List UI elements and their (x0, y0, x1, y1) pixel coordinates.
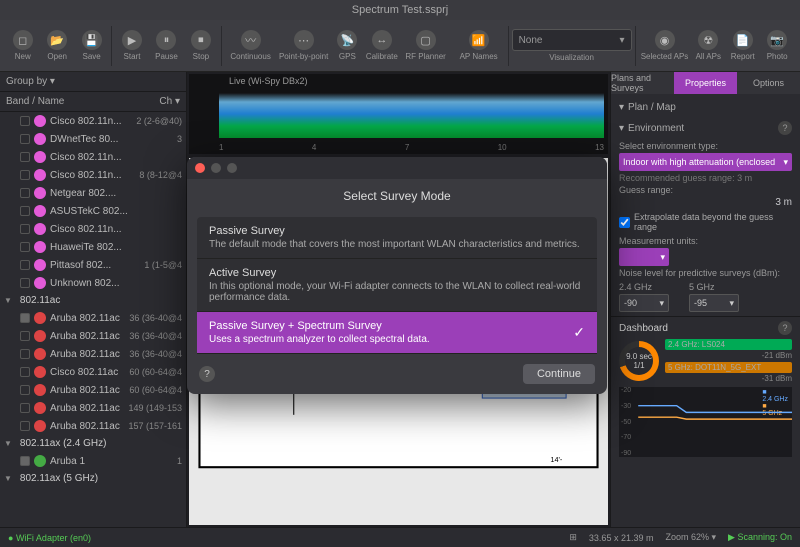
dashboard-title: Dashboard (619, 323, 668, 334)
network-list[interactable]: Cisco 802.11n...2 (2-6@40)DWnetTec 80...… (0, 112, 186, 527)
network-sidebar: Group by ▾ Band / Name Ch ▾ Cisco 802.11… (0, 72, 187, 527)
save-button[interactable]: 💾Save (75, 24, 108, 68)
band-name-col[interactable]: Band / Name (6, 96, 64, 107)
network-item[interactable]: Netgear 802.... (0, 184, 186, 202)
sidebar-header: Group by ▾ (0, 72, 186, 92)
band-24-label: 2.4 GHz: LS024 (665, 339, 792, 350)
point-by-point-button[interactable]: ⋯Point-by-point (278, 24, 330, 68)
open-button[interactable]: 📂Open (40, 24, 73, 68)
tab-properties[interactable]: Properties (674, 72, 737, 94)
meas-units-select[interactable]: ▾ (619, 248, 669, 266)
help-icon[interactable]: ? (778, 321, 792, 335)
main-toolbar: ◻New 📂Open 💾Save ▶Start ⏸Pause ⏹Stop 〰Co… (0, 20, 800, 72)
maximize-icon (227, 163, 237, 173)
dimensions-icon: ⊞ (569, 532, 577, 543)
network-item[interactable]: Cisco 802.11n... (0, 148, 186, 166)
modal-title: Select Survey Mode (187, 179, 607, 217)
stop-button[interactable]: ⏹Stop (184, 24, 217, 68)
visualization-select[interactable]: None▾ (512, 29, 632, 51)
adapter-status[interactable]: ● WiFi Adapter (en0) (8, 533, 91, 543)
visualization-select-wrap: None▾ Visualization (512, 29, 632, 62)
network-item[interactable]: DWnetTec 80...3 (0, 130, 186, 148)
network-item[interactable]: Cisco 802.11n...8 (8-12@4 (0, 166, 186, 184)
ap-names-button[interactable]: 📶AP Names (453, 24, 505, 68)
right-tabs: Plans and Surveys Properties Options (611, 72, 800, 94)
survey-mode-list: Passive SurveyThe default mode that cove… (197, 217, 597, 354)
extrapolate-checkbox[interactable]: Extrapolate data beyond the guess range (619, 212, 792, 232)
help-icon[interactable]: ? (199, 366, 215, 382)
start-button[interactable]: ▶Start (115, 24, 148, 68)
tab-options[interactable]: Options (737, 72, 800, 94)
network-item[interactable]: Aruba 802.11ac36 (36-40@4 (0, 345, 186, 363)
help-icon[interactable]: ? (778, 121, 792, 135)
window-title: Spectrum Test.ssprj (0, 0, 800, 20)
photo-button[interactable]: 📷Photo (760, 24, 793, 68)
network-group[interactable]: ▼802.11ax (2.4 GHz) (0, 435, 186, 452)
env-type-select[interactable]: Indoor with high attenuation (enclosed▾ (619, 153, 792, 171)
new-button[interactable]: ◻New (6, 24, 39, 68)
env-hint: Recommended guess range: 3 m (619, 173, 792, 183)
minimize-icon (211, 163, 221, 173)
network-item[interactable]: HuaweiTe 802... (0, 238, 186, 256)
ch-col[interactable]: Ch ▾ (159, 96, 180, 107)
pause-button[interactable]: ⏸Pause (150, 24, 183, 68)
meas-units-label: Measurement units: (619, 236, 792, 246)
network-item[interactable]: Cisco 802.11n... (0, 220, 186, 238)
zoom-control[interactable]: Zoom 62% ▾ (665, 532, 716, 543)
network-group[interactable]: ▼802.11ac (0, 292, 186, 309)
scan-progress-circle: 9.0 sec1/1 (619, 341, 659, 381)
calibrate-button[interactable]: ↔Calibrate (365, 24, 398, 68)
network-item[interactable]: ASUSTekC 802... (0, 202, 186, 220)
env-type-label: Select environment type: (619, 141, 792, 151)
network-item[interactable]: Pittasof 802...1 (1-5@4 (0, 256, 186, 274)
report-button[interactable]: 📄Report (726, 24, 759, 68)
groupby-label[interactable]: Group by ▾ (6, 76, 55, 87)
guess-range-value: 3 m (775, 197, 792, 208)
svg-text:14'-: 14'- (550, 455, 563, 464)
network-item[interactable]: Cisco 802.11n...2 (2-6@40) (0, 112, 186, 130)
network-item[interactable]: Aruba 802.11ac36 (36-40@4 (0, 309, 186, 327)
tab-plans-surveys[interactable]: Plans and Surveys (611, 72, 674, 94)
continuous-button[interactable]: 〰Continuous (225, 24, 277, 68)
scanning-status[interactable]: ▶ Scanning: On (728, 532, 792, 543)
network-item[interactable]: Aruba 802.11ac36 (36-40@4 (0, 327, 186, 345)
continue-button[interactable]: Continue (523, 364, 595, 384)
noise-level-label: Noise level for predictive surveys (dBm)… (619, 268, 792, 278)
noise-5-input[interactable]: -95▾ (689, 294, 739, 312)
all-aps-button[interactable]: ☢All APs (692, 24, 725, 68)
dimensions: 33.65 x 21.39 m (589, 533, 654, 543)
selected-aps-button[interactable]: ◉Selected APs (639, 24, 691, 68)
survey-mode-modal: Select Survey Mode Passive SurveyThe def… (187, 157, 607, 394)
survey-mode-option[interactable]: Passive Survey + Spectrum SurveyUses a s… (197, 312, 597, 354)
spectrum-canvas (219, 78, 604, 138)
signal-graph: -20-30-50-70-90 ■ 2.4 GHz■ 5 GHz (619, 387, 792, 457)
plan-map-section[interactable]: ▾Plan / Map (619, 98, 792, 117)
status-bar: ● WiFi Adapter (en0) ⊞ 33.65 x 21.39 m Z… (0, 527, 800, 547)
spectrum-view[interactable]: Live (Wi-Spy DBx2) 1471013 (189, 74, 608, 154)
rf-planner-button[interactable]: ▢RF Planner (400, 24, 452, 68)
network-group[interactable]: ▼802.11ax (5 GHz) (0, 470, 186, 487)
survey-mode-option[interactable]: Active SurveyIn this optional mode, your… (197, 259, 597, 312)
modal-titlebar[interactable] (187, 157, 607, 179)
close-icon[interactable] (195, 163, 205, 173)
band-5-label: 5 GHz: DOT11N_5G_EXT (665, 362, 792, 373)
survey-mode-option[interactable]: Passive SurveyThe default mode that cove… (197, 217, 597, 259)
network-item[interactable]: Aruba 802.11ac157 (157-161 (0, 417, 186, 435)
network-item[interactable]: Aruba 802.11ac60 (60-64@4 (0, 381, 186, 399)
network-item[interactable]: Cisco 802.11ac60 (60-64@4 (0, 363, 186, 381)
gps-button[interactable]: 📡GPS (331, 24, 364, 68)
dashboard: Dashboard? 9.0 sec1/1 2.4 GHz: LS024-21 … (611, 316, 800, 461)
noise-24-input[interactable]: -90▾ (619, 294, 669, 312)
network-item[interactable]: Aruba 802.11ac149 (149-153 (0, 399, 186, 417)
guess-range-label: Guess range: (619, 185, 792, 195)
sidebar-columns: Band / Name Ch ▾ (0, 92, 186, 112)
network-item[interactable]: Aruba 11 (0, 452, 186, 470)
spectrum-x-axis: 1471013 (219, 143, 604, 152)
right-panel: Plans and Surveys Properties Options ▾Pl… (610, 72, 800, 527)
network-item[interactable]: Unknown 802... (0, 274, 186, 292)
environment-section[interactable]: ▾Environment? (619, 117, 792, 139)
